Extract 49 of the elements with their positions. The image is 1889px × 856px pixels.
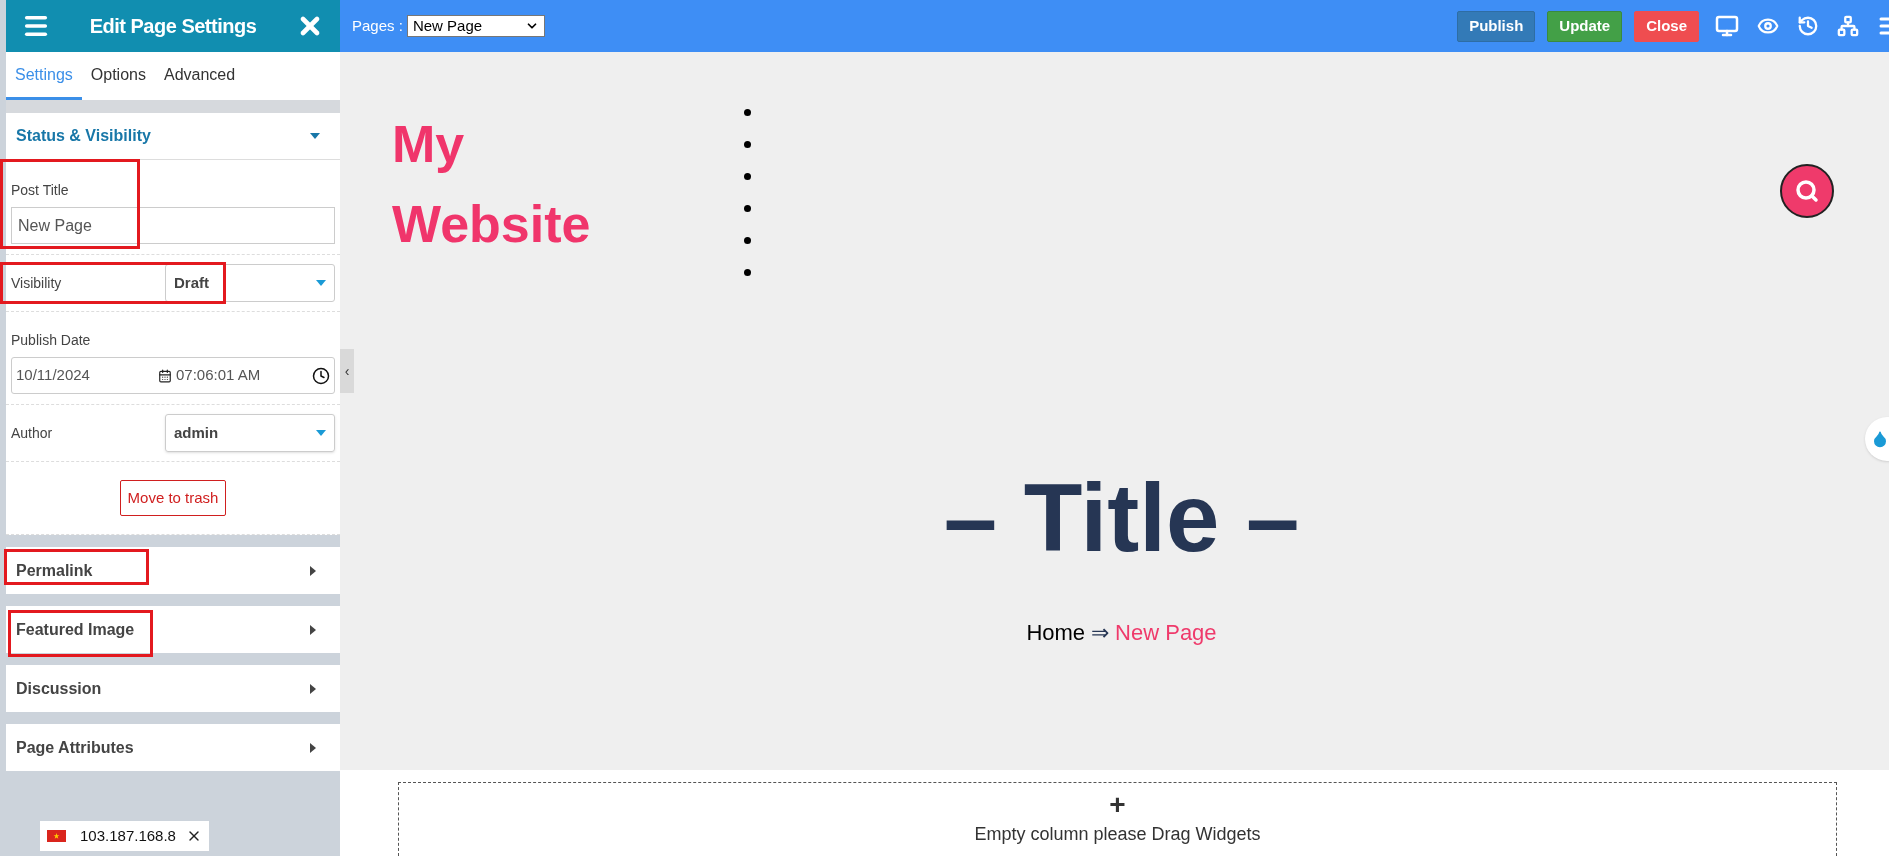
nav-bullet[interactable] xyxy=(744,172,751,180)
panel-title: Edit Page Settings xyxy=(88,14,258,39)
section-header[interactable]: Featured Image xyxy=(6,606,340,653)
add-icon[interactable]: + xyxy=(1109,791,1126,819)
pages-label: Pages : xyxy=(352,15,403,36)
sitemap-icon[interactable] xyxy=(1837,15,1859,37)
section-header[interactable]: Page Attributes xyxy=(6,724,340,771)
visibility-dropdown[interactable]: Draft xyxy=(165,264,335,302)
caret-icon xyxy=(316,278,326,288)
caret-icon xyxy=(310,131,320,141)
collapse-handle[interactable]: ‹ xyxy=(340,349,354,393)
nav-bullet[interactable] xyxy=(744,204,751,212)
author-dropdown[interactable]: admin xyxy=(165,414,335,452)
move-to-trash-button[interactable]: Move to trash xyxy=(119,480,227,516)
calendar-icon[interactable] xyxy=(158,368,172,383)
date-time-field[interactable]: 10/11/2024 07:06:01 AM xyxy=(11,357,335,394)
field-label: Publish Date xyxy=(11,331,91,350)
site-logo: My Website xyxy=(392,114,592,255)
tab[interactable]: Options xyxy=(81,52,155,100)
caret-icon xyxy=(308,742,318,753)
caret-icon xyxy=(308,683,318,694)
nav-bullet[interactable] xyxy=(744,236,751,244)
empty-column-hint: Empty column please Drag Widgets xyxy=(974,823,1261,846)
history-icon[interactable] xyxy=(1797,15,1819,37)
search-button[interactable] xyxy=(1780,164,1834,218)
caret-icon xyxy=(308,565,318,576)
caret-icon xyxy=(316,428,326,438)
ip-address: 103.187.168.8 xyxy=(80,825,176,846)
breadcrumb: Home ⇒ New Page xyxy=(1026,619,1217,647)
section-header[interactable]: Permalink xyxy=(6,547,340,594)
flag-icon xyxy=(47,830,66,842)
caret-icon xyxy=(308,624,318,635)
toolbar-button[interactable]: Publish xyxy=(1457,10,1536,42)
desktop-icon[interactable] xyxy=(1715,14,1739,38)
field-label: Visibility xyxy=(11,273,63,293)
nav-bullet[interactable] xyxy=(744,108,751,116)
page-title: – Title – xyxy=(943,470,1300,566)
page-select[interactable]: New Page xyxy=(406,15,545,37)
field-label: Author xyxy=(11,423,54,443)
droplet-icon xyxy=(1871,430,1889,448)
search-icon xyxy=(1795,179,1819,203)
nav-bullet[interactable] xyxy=(744,268,751,276)
nav-bullet[interactable] xyxy=(744,140,751,148)
clock-icon[interactable] xyxy=(312,366,330,385)
post-title-field[interactable]: New Page xyxy=(11,207,335,244)
section-header[interactable]: Discussion xyxy=(6,665,340,712)
tab[interactable]: Advanced xyxy=(154,52,245,100)
toolbar-button[interactable]: Close xyxy=(1634,10,1699,42)
field-label: Post Title xyxy=(11,181,69,200)
